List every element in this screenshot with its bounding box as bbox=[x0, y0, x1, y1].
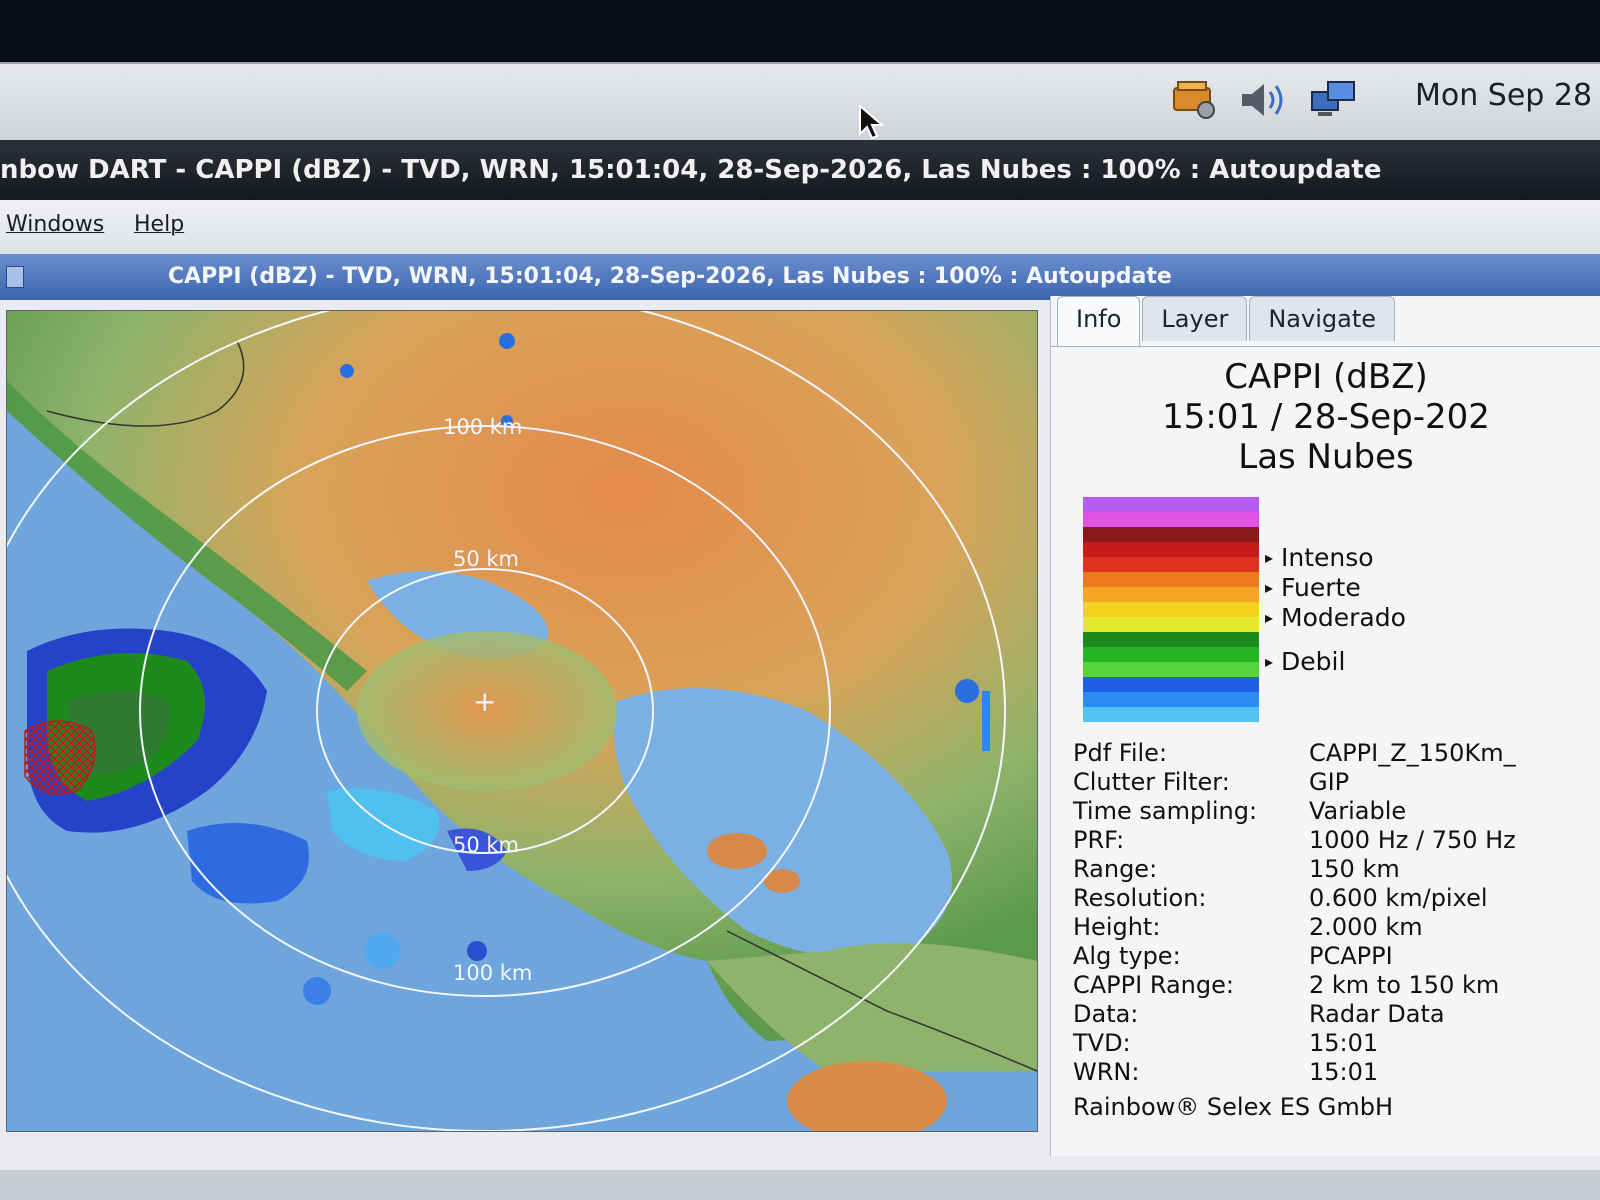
legend-color-band bbox=[1083, 707, 1259, 722]
property-key: Data: bbox=[1073, 1000, 1139, 1028]
info-tab-content: CAPPI (dBZ) 15:01 / 28-Sep-202 Las Nubes… bbox=[1051, 346, 1600, 1157]
mouse-pointer-icon bbox=[859, 104, 885, 140]
info-header: CAPPI (dBZ) 15:01 / 28-Sep-202 Las Nubes bbox=[1051, 357, 1600, 477]
tab-info[interactable]: Info bbox=[1057, 296, 1141, 347]
property-value: Radar Data bbox=[1309, 1000, 1445, 1028]
property-row: TVD: 15:01 bbox=[1073, 1029, 1593, 1058]
legend-color-band bbox=[1083, 647, 1259, 662]
legend-color-band bbox=[1083, 617, 1259, 632]
property-key: TVD: bbox=[1073, 1029, 1131, 1057]
property-key: Clutter Filter: bbox=[1073, 768, 1230, 796]
tab-layer[interactable]: Layer bbox=[1142, 296, 1248, 341]
property-value: PCAPPI bbox=[1309, 942, 1393, 970]
property-row: PRF: 1000 Hz / 750 Hz bbox=[1073, 826, 1593, 855]
menu-windows[interactable]: Windows bbox=[6, 212, 104, 237]
property-value: GIP bbox=[1309, 768, 1350, 796]
screen-bottom-bezel bbox=[0, 1170, 1600, 1200]
system-clock[interactable]: Mon Sep 28 bbox=[1415, 78, 1592, 113]
tab-navigate[interactable]: Navigate bbox=[1249, 296, 1395, 341]
window-menu-icon[interactable] bbox=[6, 266, 24, 288]
property-value: 2 km to 150 km bbox=[1309, 971, 1500, 999]
legend-color-band bbox=[1083, 542, 1259, 557]
legend-color-band bbox=[1083, 632, 1259, 647]
range-label-100km-south: 100 km bbox=[453, 961, 533, 985]
legend-color-band bbox=[1083, 557, 1259, 572]
property-value: CAPPI_Z_150Km_ bbox=[1309, 739, 1516, 767]
property-key: Pdf File: bbox=[1073, 739, 1168, 767]
legend-color-band bbox=[1083, 572, 1259, 587]
legend-color-band bbox=[1083, 527, 1259, 542]
system-panel: Mon Sep 28 bbox=[0, 62, 1600, 142]
legend-color-band bbox=[1083, 512, 1259, 527]
property-value: Variable bbox=[1309, 797, 1407, 825]
legend-label-moderado: Moderado bbox=[1265, 603, 1406, 632]
legend-color-band bbox=[1083, 602, 1259, 617]
property-key: PRF: bbox=[1073, 826, 1125, 854]
property-row: Range: 150 km bbox=[1073, 855, 1593, 884]
property-key: Time sampling: bbox=[1073, 797, 1258, 825]
property-row: Resolution: 0.600 km/pixel bbox=[1073, 884, 1593, 913]
property-key: WRN: bbox=[1073, 1058, 1140, 1086]
menu-help[interactable]: Help bbox=[134, 212, 184, 237]
property-key: Height: bbox=[1073, 913, 1161, 941]
property-row: WRN: 15:01 bbox=[1073, 1058, 1593, 1087]
range-label-50km-south: 50 km bbox=[453, 833, 520, 857]
range-label-100km-north: 100 km bbox=[443, 415, 523, 439]
volume-icon[interactable] bbox=[1236, 78, 1288, 122]
property-value: 0.600 km/pixel bbox=[1309, 884, 1488, 912]
legend-label-debil: Debil bbox=[1265, 647, 1345, 676]
product-properties: Pdf File: CAPPI_Z_150Km_ Clutter Filter: GI… bbox=[1073, 739, 1593, 1087]
property-row: Clutter Filter: GIP bbox=[1073, 768, 1593, 797]
property-row: Time sampling: Variable bbox=[1073, 797, 1593, 826]
side-panel: Info Layer Navigate CAPPI (dBZ) 15:01 / 28… bbox=[1050, 296, 1600, 1156]
radar-site: Las Nubes bbox=[1238, 437, 1414, 477]
legend-color-band bbox=[1083, 587, 1259, 602]
hail-warning-area bbox=[24, 720, 96, 795]
inner-window-title: CAPPI (dBZ) - TVD, WRN, 15:01:04, 28-Sep… bbox=[168, 264, 1172, 289]
copyright: Rainbow® Selex ES GmbH bbox=[1073, 1093, 1394, 1121]
property-row: Pdf File: CAPPI_Z_150Km_ bbox=[1073, 739, 1593, 768]
panel-tabs: Info Layer Navigate bbox=[1057, 296, 1397, 347]
legend-label-fuerte: Fuerte bbox=[1265, 573, 1361, 602]
inner-window-title-bar[interactable]: CAPPI (dBZ) - TVD, WRN, 15:01:04, 28-Sep… bbox=[0, 254, 1600, 300]
color-legend bbox=[1083, 497, 1259, 722]
legend-color-band bbox=[1083, 662, 1259, 677]
updates-icon[interactable] bbox=[1168, 78, 1220, 122]
main-window-title: nbow DART - CAPPI (dBZ) - TVD, WRN, 15:0… bbox=[0, 140, 1600, 200]
property-key: Alg type: bbox=[1073, 942, 1181, 970]
legend-color-band bbox=[1083, 677, 1259, 692]
legend-label-intenso: Intenso bbox=[1265, 543, 1374, 572]
range-label-50km-north: 50 km bbox=[453, 547, 520, 571]
property-key: CAPPI Range: bbox=[1073, 971, 1234, 999]
property-row: Height: 2.000 km bbox=[1073, 913, 1593, 942]
property-key: Resolution: bbox=[1073, 884, 1207, 912]
product-time: 15:01 / 28-Sep-202 bbox=[1162, 397, 1490, 437]
property-value: 15:01 bbox=[1309, 1058, 1379, 1086]
property-row: Alg type: PCAPPI bbox=[1073, 942, 1593, 971]
menu-bar: Windows Help bbox=[0, 200, 1600, 254]
property-value: 150 km bbox=[1309, 855, 1400, 883]
legend-color-band bbox=[1083, 692, 1259, 707]
property-value: 1000 Hz / 750 Hz bbox=[1309, 826, 1516, 854]
radar-center-marker: + bbox=[473, 685, 497, 718]
property-value: 2.000 km bbox=[1309, 913, 1423, 941]
property-row: Data: Radar Data bbox=[1073, 1000, 1593, 1029]
network-icon[interactable] bbox=[1308, 78, 1360, 122]
property-row: CAPPI Range: 2 km to 150 km bbox=[1073, 971, 1593, 1000]
property-key: Range: bbox=[1073, 855, 1158, 883]
product-name: CAPPI (dBZ) bbox=[1224, 357, 1428, 397]
property-value: 15:01 bbox=[1309, 1029, 1379, 1057]
radar-map[interactable]: 100 km 50 km 50 km 100 km + bbox=[6, 310, 1038, 1132]
legend-color-band bbox=[1083, 497, 1259, 512]
